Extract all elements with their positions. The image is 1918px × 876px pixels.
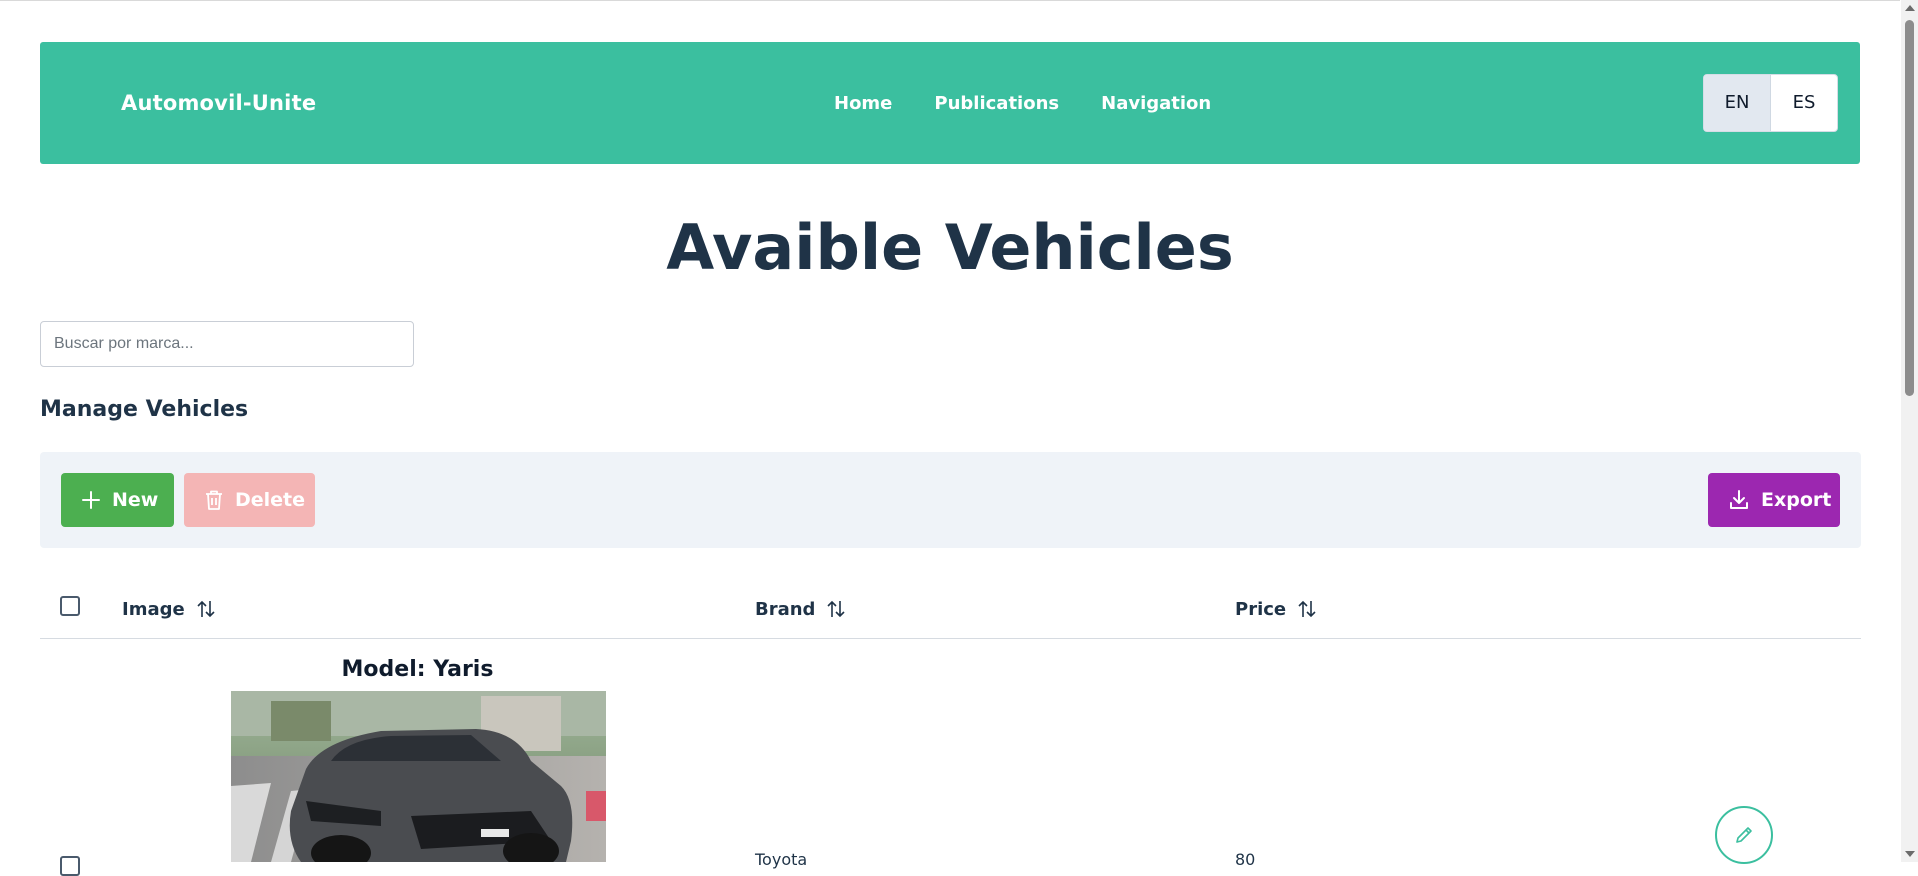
- column-header-price[interactable]: Price: [1235, 580, 1316, 638]
- page-title: Avaible Vehicles: [666, 211, 1234, 284]
- scrollbar-thumb[interactable]: [1905, 20, 1914, 396]
- column-label-image: Image: [122, 598, 185, 620]
- export-button[interactable]: Export: [1708, 473, 1840, 527]
- new-vehicle-button[interactable]: New: [61, 473, 174, 527]
- vehicle-brand-cell: Toyota: [755, 850, 808, 869]
- select-all-checkbox[interactable]: [60, 596, 80, 616]
- brand-logo-text[interactable]: Automovil-Unite: [121, 42, 316, 164]
- vehicle-model-title: Model: Yaris: [341, 657, 494, 682]
- brand-search-input[interactable]: [40, 321, 414, 367]
- column-header-brand[interactable]: Brand: [755, 580, 846, 638]
- nav-home-link[interactable]: Home: [834, 93, 892, 114]
- new-button-label: New: [112, 489, 159, 511]
- delete-button-label: Delete: [235, 489, 306, 511]
- column-header-image[interactable]: Image: [122, 580, 215, 638]
- vehicle-price-cell: 80: [1235, 850, 1256, 869]
- scroll-up-arrow-icon[interactable]: [1905, 5, 1915, 11]
- language-es-button[interactable]: ES: [1771, 75, 1837, 131]
- pencil-icon: [1736, 827, 1752, 843]
- sort-icon: [1298, 599, 1316, 619]
- section-title: Manage Vehicles: [40, 397, 249, 422]
- trash-icon: [206, 490, 222, 510]
- column-label-price: Price: [1235, 598, 1287, 620]
- table-header: Image Brand Price: [40, 580, 1861, 639]
- language-switcher: EN ES: [1703, 74, 1838, 132]
- download-icon: [1730, 490, 1748, 509]
- plus-icon: [82, 491, 100, 509]
- top-navbar: Automovil-Unite Home Publications Naviga…: [40, 42, 1860, 164]
- export-button-label: Export: [1761, 489, 1832, 511]
- sort-icon: [197, 599, 215, 619]
- main-nav: Home Publications Navigation: [834, 42, 1211, 164]
- nav-navigation-link[interactable]: Navigation: [1101, 93, 1211, 114]
- nav-publications-link[interactable]: Publications: [934, 93, 1059, 114]
- row-select-checkbox[interactable]: [60, 856, 80, 876]
- scroll-down-arrow-icon[interactable]: [1905, 851, 1915, 857]
- edit-vehicle-button[interactable]: [1715, 806, 1773, 864]
- delete-vehicles-button[interactable]: Delete: [184, 473, 315, 527]
- column-label-brand: Brand: [755, 598, 816, 620]
- vehicle-image: [231, 691, 606, 862]
- window-top-border: [0, 0, 1900, 1]
- language-en-button[interactable]: EN: [1704, 75, 1771, 131]
- table-toolbar: New Delete Export: [40, 452, 1861, 548]
- page-scrollbar[interactable]: [1901, 0, 1918, 862]
- sort-icon: [827, 599, 846, 619]
